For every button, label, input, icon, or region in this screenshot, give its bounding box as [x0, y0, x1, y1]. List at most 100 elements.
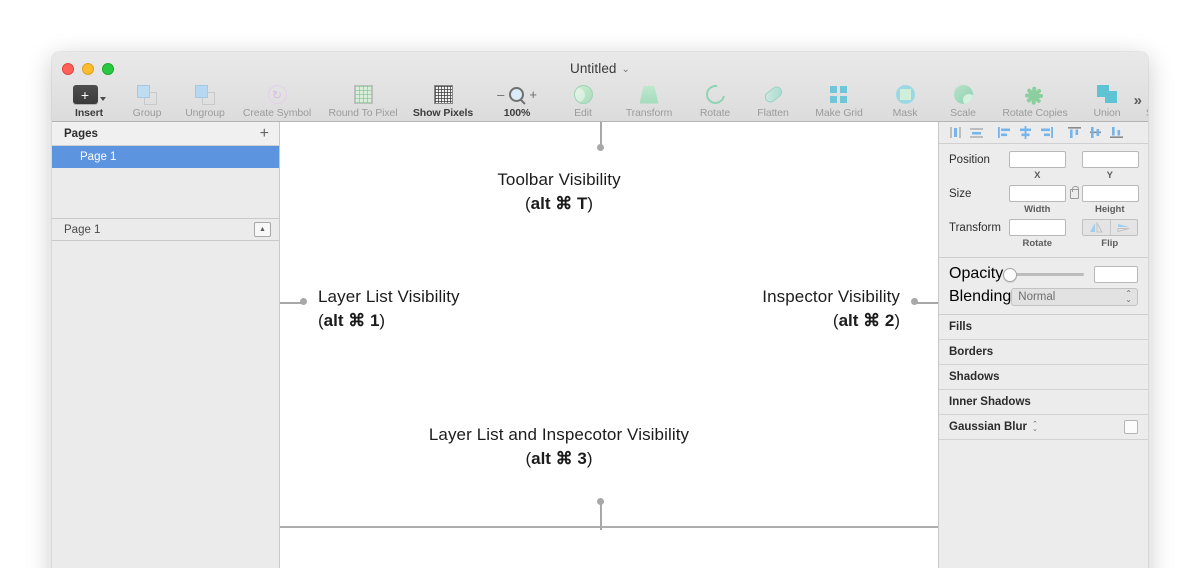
- toolbar-label-zoom-level: 100%: [503, 107, 531, 119]
- canvas[interactable]: Toolbar Visibility (alt ⌘ T) Layer List …: [280, 122, 938, 568]
- toolbar-label: Flatten: [757, 107, 789, 119]
- toolbar-item-rotate-copies[interactable]: Rotate Copies: [992, 80, 1078, 119]
- opacity-slider-knob[interactable]: [1003, 268, 1018, 282]
- position-sublabels: X Y: [949, 170, 1138, 181]
- position-row: Position: [949, 151, 1139, 168]
- toolbar-item-create-symbol[interactable]: ↻ Create Symbol: [234, 80, 320, 119]
- position-x-input[interactable]: [1009, 151, 1066, 168]
- rotate-copies-icon: [1024, 83, 1045, 106]
- toolbar-item-union[interactable]: Union: [1078, 80, 1136, 119]
- toolbar-item-transform[interactable]: Transform: [612, 80, 686, 119]
- annotation-inspector-visibility: Inspector Visibility (alt ⌘ 2): [762, 285, 900, 333]
- align-right-icon[interactable]: [1036, 124, 1057, 142]
- transform-sublabels: Rotate Flip: [949, 238, 1138, 249]
- position-y-input[interactable]: [1082, 151, 1139, 168]
- toolbar-item-mask[interactable]: Mask: [876, 80, 934, 119]
- toolbar-item-round-to-pixel[interactable]: Round To Pixel: [320, 80, 406, 119]
- toolbar-item-zoom[interactable]: – + 100%: [480, 80, 554, 119]
- toolbar-label: Union: [1093, 107, 1121, 119]
- inspector-section-fills[interactable]: Fills: [939, 315, 1148, 340]
- insert-plus-icon: +: [72, 83, 106, 106]
- rotate-label: Rotate: [1022, 238, 1053, 249]
- lock-icon[interactable]: [1066, 185, 1082, 199]
- align-top-icon[interactable]: [1064, 124, 1085, 142]
- pages-header-label: Pages: [64, 127, 98, 140]
- inspector-section-inner-shadows[interactable]: Inner Shadows: [939, 390, 1148, 415]
- section-label: Gaussian Blur: [949, 421, 1027, 433]
- window-body: Pages + Page 1 Page 1 ▲ Toolbar Visibili…: [52, 122, 1148, 568]
- page-item-label: Page 1: [80, 151, 117, 163]
- flip-label: Flip: [1101, 238, 1119, 249]
- gaussian-blur-checkbox[interactable]: [1124, 420, 1138, 434]
- document-title-text: Untitled: [569, 61, 617, 76]
- artboard-collapse-icon[interactable]: ▲: [254, 222, 271, 237]
- edit-icon: [573, 83, 593, 106]
- page-list-item[interactable]: Page 1: [52, 146, 279, 168]
- align-bottom-icon[interactable]: [1106, 124, 1127, 142]
- toolbar-item-group[interactable]: Group: [118, 80, 176, 119]
- layers-header: Page 1 ▲: [52, 218, 279, 241]
- inspector-section-gaussian-blur[interactable]: Gaussian Blur ⌃ ⌄: [939, 415, 1148, 440]
- annotation-shortcut: (alt ⌘ 3): [525, 449, 593, 469]
- zoom-in-button[interactable]: +: [529, 87, 537, 102]
- toolbar-label: Subtract: [1146, 107, 1148, 119]
- size-width-input[interactable]: [1009, 185, 1066, 202]
- app-window: Untitled ⌄ + Insert Group Ungroup ↻ Crea…: [52, 52, 1148, 568]
- flip-vertical-icon[interactable]: [1111, 220, 1138, 235]
- stepper-icon: ⌃ ⌄: [1125, 289, 1132, 304]
- distribute-horizontal-icon[interactable]: [1085, 124, 1106, 142]
- layers-list[interactable]: [52, 241, 279, 568]
- document-title[interactable]: Untitled ⌄: [52, 61, 1148, 76]
- blending-label: Blending: [949, 288, 1012, 305]
- add-page-icon[interactable]: +: [260, 125, 269, 142]
- create-symbol-icon: ↻: [267, 83, 287, 106]
- flatten-icon: [762, 83, 784, 106]
- toolbar-item-insert[interactable]: + Insert: [60, 80, 118, 119]
- make-grid-icon: [830, 83, 848, 106]
- toolbar-overflow-icon[interactable]: »: [1134, 92, 1142, 109]
- opacity-input[interactable]: [1094, 265, 1138, 283]
- toolbar-item-ungroup[interactable]: Ungroup: [176, 80, 234, 119]
- zoom-out-button[interactable]: –: [497, 87, 504, 102]
- leader-dot-inspector: [911, 298, 918, 305]
- pages-list: Page 1: [52, 146, 279, 218]
- toolbar-label: Create Symbol: [242, 107, 312, 119]
- annotation-layer-list-visibility: Layer List Visibility (alt ⌘ 1): [318, 285, 460, 333]
- opacity-slider[interactable]: [1003, 268, 1084, 282]
- blending-select[interactable]: Normal ⌃ ⌄: [1011, 288, 1138, 306]
- leader-dot-toolbar: [597, 144, 604, 151]
- artboard-divider: [280, 526, 938, 528]
- chevron-down-icon: ⌄: [621, 64, 631, 75]
- toolbar-item-show-pixels[interactable]: Show Pixels: [406, 80, 480, 119]
- size-height-input[interactable]: [1082, 185, 1139, 202]
- toolbar-item-make-grid[interactable]: Make Grid: [802, 80, 876, 119]
- pages-header: Pages +: [52, 122, 279, 146]
- toolbar-label: Rotate: [699, 107, 731, 119]
- blur-type-stepper-icon[interactable]: ⌃ ⌄: [1032, 421, 1038, 433]
- section-label: Fills: [949, 321, 973, 333]
- toolbar: + Insert Group Ungroup ↻ Create Symbol R…: [52, 80, 1148, 122]
- opacity-row: Opacity: [949, 265, 1138, 283]
- inspector-section-borders[interactable]: Borders: [939, 340, 1148, 365]
- toolbar-item-edit[interactable]: Edit: [554, 80, 612, 119]
- size-label: Size: [949, 187, 972, 200]
- size-row: Size: [949, 185, 1139, 202]
- rotate-input[interactable]: [1009, 219, 1066, 236]
- toolbar-item-scale[interactable]: Scale: [934, 80, 992, 119]
- annotation-shortcut: (alt ⌘ T): [524, 194, 593, 214]
- toolbar-label: Transform: [625, 107, 673, 119]
- toolbar-item-flatten[interactable]: Flatten: [744, 80, 802, 119]
- align-horizontal-center-icon[interactable]: [945, 124, 966, 142]
- flip-horizontal-icon[interactable]: [1083, 220, 1111, 235]
- inspector-panel: Position X Y Size Width Height Transform…: [938, 122, 1148, 568]
- toolbar-label: Insert: [75, 107, 103, 119]
- toolbar-item-rotate[interactable]: Rotate: [686, 80, 744, 119]
- inspector-section-shadows[interactable]: Shadows: [939, 365, 1148, 390]
- align-left-icon[interactable]: [994, 124, 1015, 142]
- align-vertical-center-icon[interactable]: [966, 124, 987, 142]
- transform-label: Transform: [949, 221, 1001, 234]
- flip-button-group: [1082, 219, 1138, 236]
- layers-header-label: Page 1: [64, 223, 101, 236]
- scale-icon: [953, 83, 973, 106]
- align-horizontal-centers-icon[interactable]: [1015, 124, 1036, 142]
